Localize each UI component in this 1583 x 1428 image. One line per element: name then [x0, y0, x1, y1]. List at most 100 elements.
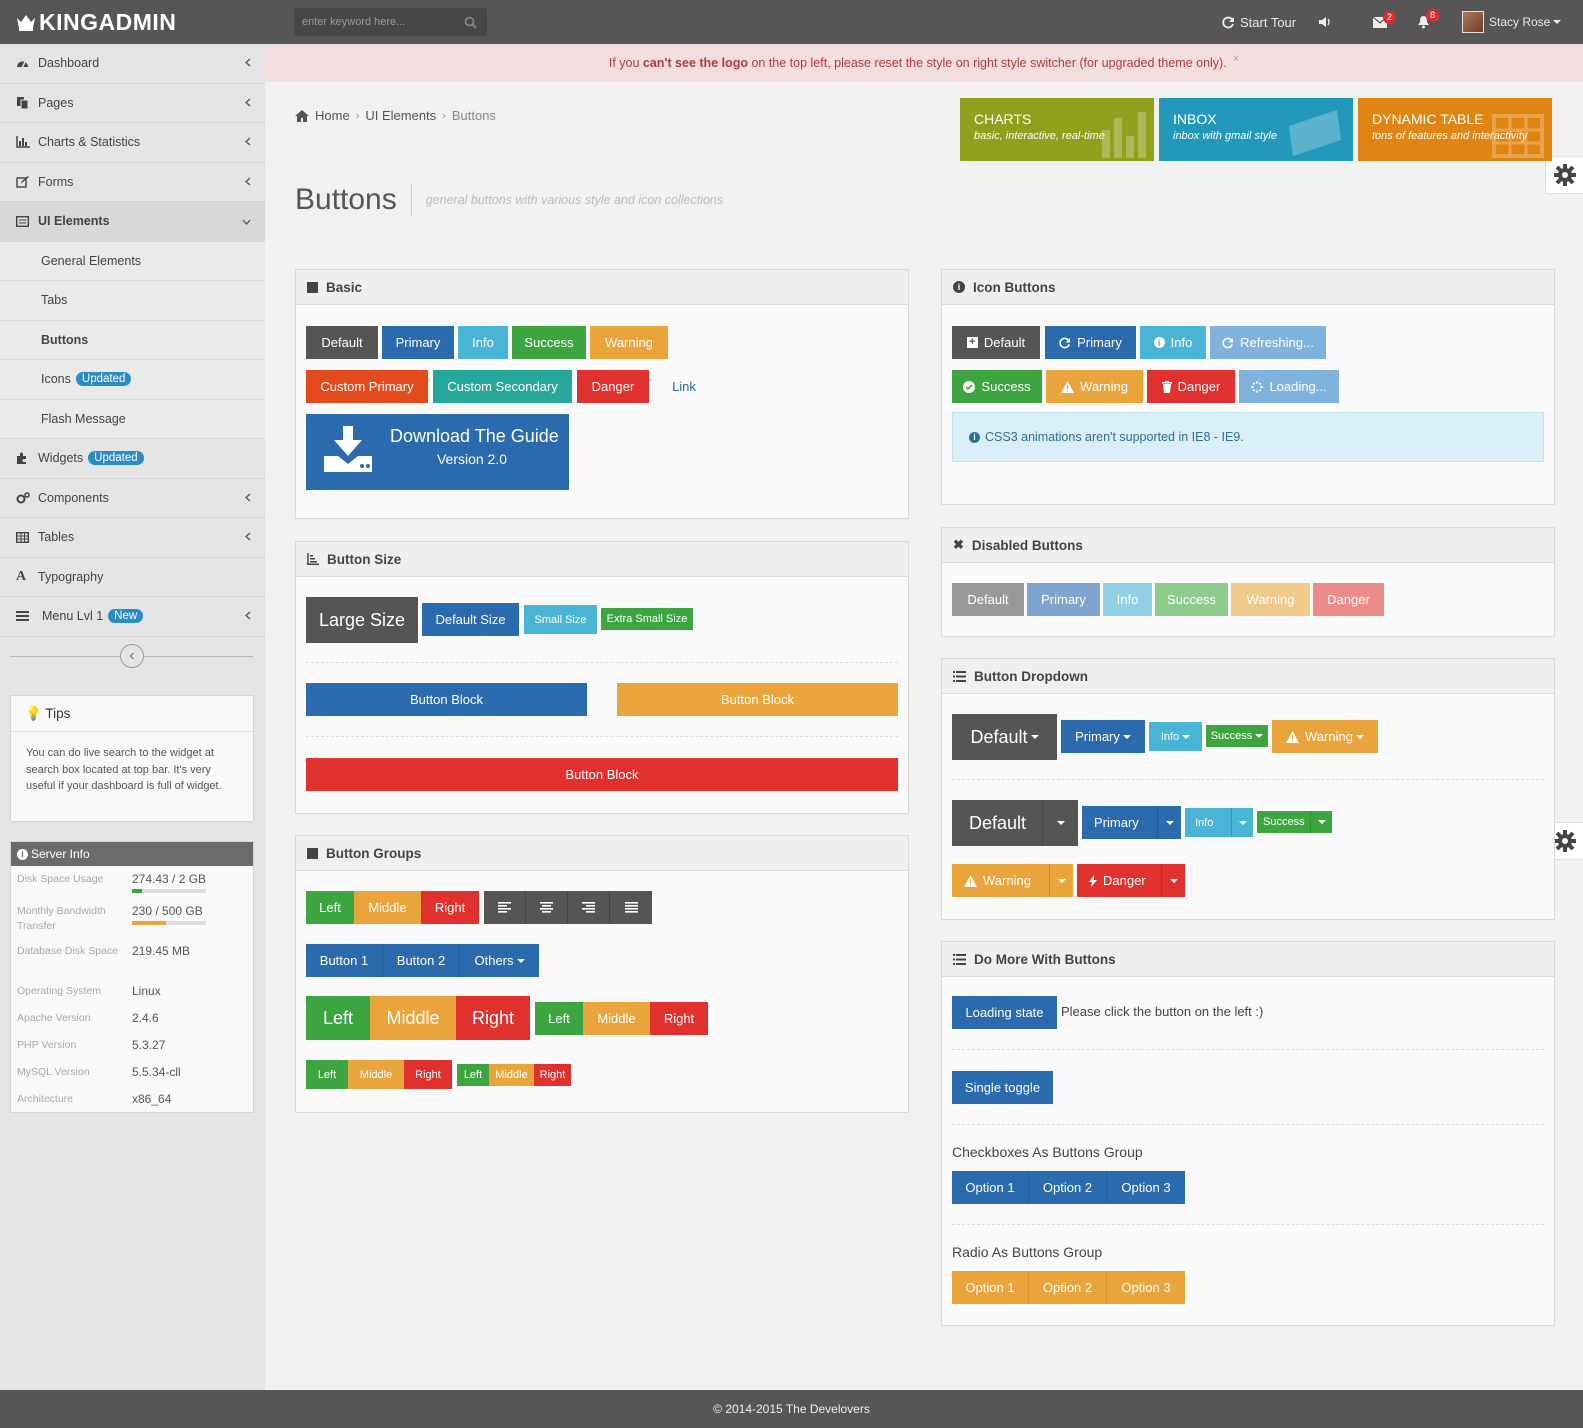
default-size-button[interactable]: Default Size: [422, 603, 519, 636]
checkbox-option-1[interactable]: Option 1: [952, 1171, 1029, 1204]
radio-option-3[interactable]: Option 3: [1107, 1271, 1185, 1304]
align-center-button[interactable]: [526, 891, 568, 924]
start-tour-link[interactable]: Start Tour: [1222, 0, 1296, 44]
breadcrumb-ui-elements[interactable]: UI Elements: [365, 108, 436, 123]
sound-toggle[interactable]: [1318, 0, 1332, 44]
sidebar-item-charts[interactable]: Charts & Statistics: [0, 123, 265, 163]
button-1[interactable]: Button 1: [306, 944, 383, 977]
split-primary-button[interactable]: Primary: [1082, 806, 1181, 839]
split-toggle[interactable]: [1231, 808, 1253, 837]
group-lg-left-button[interactable]: Left: [306, 996, 370, 1040]
primary-button[interactable]: Primary: [382, 326, 454, 359]
link-button[interactable]: Link: [654, 370, 714, 403]
tile-dynamic-table[interactable]: DYNAMIC TABLE tons of features and inter…: [1358, 98, 1552, 161]
group-md-middle-button[interactable]: Middle: [583, 1002, 650, 1035]
notifications-button[interactable]: 8: [1417, 0, 1439, 44]
group-xs-right-button[interactable]: Right: [534, 1064, 571, 1086]
loading-button[interactable]: Loading...: [1239, 370, 1339, 403]
button-block-danger[interactable]: Button Block: [306, 758, 898, 791]
sidebar-collapse-button[interactable]: [120, 643, 144, 668]
sidebar-item-ui-elements[interactable]: UI Elements: [0, 202, 265, 242]
sidebar-subitem-icons[interactable]: Icons Updated: [0, 360, 265, 400]
group-sm-right-button[interactable]: Right: [404, 1060, 452, 1089]
default-button[interactable]: Default: [306, 326, 378, 359]
breadcrumb-home[interactable]: Home: [315, 108, 350, 123]
loading-state-button[interactable]: Loading state: [952, 996, 1057, 1029]
small-size-button[interactable]: Small Size: [524, 605, 597, 634]
sidebar-item-widgets[interactable]: Widgets Updated: [0, 439, 265, 479]
sidebar-item-pages[interactable]: Pages: [0, 84, 265, 123]
search-button[interactable]: [454, 8, 487, 36]
split-default-lg-button[interactable]: Default: [952, 800, 1078, 846]
style-switcher-button[interactable]: [1545, 156, 1583, 194]
button-2[interactable]: Button 2: [383, 944, 460, 977]
align-justify-button[interactable]: [610, 891, 652, 924]
split-toggle[interactable]: [1049, 864, 1073, 897]
split-warning-button[interactable]: Warning: [952, 864, 1073, 897]
radio-option-1[interactable]: Option 1: [952, 1271, 1029, 1304]
tile-charts[interactable]: CHARTS basic, interactive, real-time: [960, 98, 1154, 161]
sidebar-subitem-tabs[interactable]: Tabs: [0, 281, 265, 321]
tile-inbox[interactable]: INBOX inbox with gmail style: [1159, 98, 1353, 161]
split-toggle[interactable]: [1161, 864, 1185, 897]
dropdown-success-button[interactable]: Success: [1206, 725, 1268, 747]
split-toggle[interactable]: [1042, 800, 1078, 846]
dropdown-warning-button[interactable]: Warning: [1272, 720, 1378, 753]
warning-button[interactable]: Warning: [590, 326, 668, 359]
others-dropdown-button[interactable]: Others: [460, 944, 539, 977]
split-info-button[interactable]: Info: [1185, 808, 1253, 837]
group-sm-middle-button[interactable]: Middle: [348, 1060, 404, 1089]
single-toggle-button[interactable]: Single toggle: [952, 1071, 1053, 1104]
icon-danger-button[interactable]: Danger: [1147, 370, 1235, 403]
group-right-button[interactable]: Right: [421, 891, 479, 924]
sidebar-item-tables[interactable]: Tables: [0, 518, 265, 558]
icon-warning-button[interactable]: Warning: [1046, 370, 1143, 403]
dropdown-primary-button[interactable]: Primary: [1061, 720, 1145, 753]
sidebar-subitem-buttons[interactable]: Buttons: [0, 320, 265, 360]
sidebar-item-forms[interactable]: Forms: [0, 163, 265, 202]
sidebar-item-typography[interactable]: A Typography: [0, 558, 265, 597]
sidebar-item-components[interactable]: Components: [0, 479, 265, 518]
app-logo[interactable]: KINGADMIN: [16, 9, 176, 36]
large-size-button[interactable]: Large Size: [306, 597, 418, 643]
danger-button[interactable]: Danger: [577, 370, 649, 403]
custom-primary-button[interactable]: Custom Primary: [306, 370, 428, 403]
icon-default-button[interactable]: + Default: [952, 326, 1040, 359]
refreshing-button[interactable]: Refreshing...: [1210, 326, 1326, 359]
alert-close-button[interactable]: ×: [1233, 53, 1239, 65]
icon-success-button[interactable]: Success: [952, 370, 1042, 403]
split-success-button[interactable]: Success: [1257, 811, 1332, 833]
group-md-right-button[interactable]: Right: [650, 1002, 708, 1035]
dropdown-default-lg-button[interactable]: Default: [952, 714, 1057, 760]
extra-small-size-button[interactable]: Extra Small Size: [601, 608, 693, 630]
user-menu[interactable]: Stacy Rose: [1462, 0, 1562, 44]
checkbox-option-2[interactable]: Option 2: [1029, 1171, 1107, 1204]
split-danger-button[interactable]: Danger: [1077, 864, 1185, 897]
group-lg-middle-button[interactable]: Middle: [370, 996, 456, 1040]
group-md-left-button[interactable]: Left: [535, 1002, 583, 1035]
align-left-button[interactable]: [484, 891, 526, 924]
sidebar-item-menu-lvl-1[interactable]: Menu Lvl 1 New: [0, 597, 265, 637]
sidebar-subitem-general-elements[interactable]: General Elements: [0, 241, 265, 281]
download-guide-button[interactable]: Download The Guide Version 2.0: [306, 414, 569, 490]
messages-button[interactable]: 2: [1373, 0, 1396, 44]
split-toggle[interactable]: [1310, 811, 1332, 833]
dropdown-info-button[interactable]: Info: [1149, 722, 1202, 751]
group-left-button[interactable]: Left: [306, 891, 354, 924]
group-xs-left-button[interactable]: Left: [457, 1064, 489, 1086]
group-middle-button[interactable]: Middle: [354, 891, 421, 924]
button-block-warning[interactable]: Button Block: [617, 683, 898, 716]
align-right-button[interactable]: [568, 891, 610, 924]
radio-option-2[interactable]: Option 2: [1029, 1271, 1107, 1304]
info-button[interactable]: Info: [458, 326, 508, 359]
search-input[interactable]: [294, 8, 454, 36]
icon-primary-button[interactable]: Primary: [1045, 326, 1136, 359]
group-sm-left-button[interactable]: Left: [306, 1060, 348, 1089]
custom-secondary-button[interactable]: Custom Secondary: [433, 370, 572, 403]
button-block-primary[interactable]: Button Block: [306, 683, 587, 716]
sidebar-subitem-flash-message[interactable]: Flash Message: [0, 399, 265, 439]
checkbox-option-3[interactable]: Option 3: [1107, 1171, 1185, 1204]
success-button[interactable]: Success: [512, 326, 586, 359]
icon-info-button[interactable]: i Info: [1140, 326, 1206, 359]
sidebar-item-dashboard[interactable]: Dashboard: [0, 44, 265, 84]
